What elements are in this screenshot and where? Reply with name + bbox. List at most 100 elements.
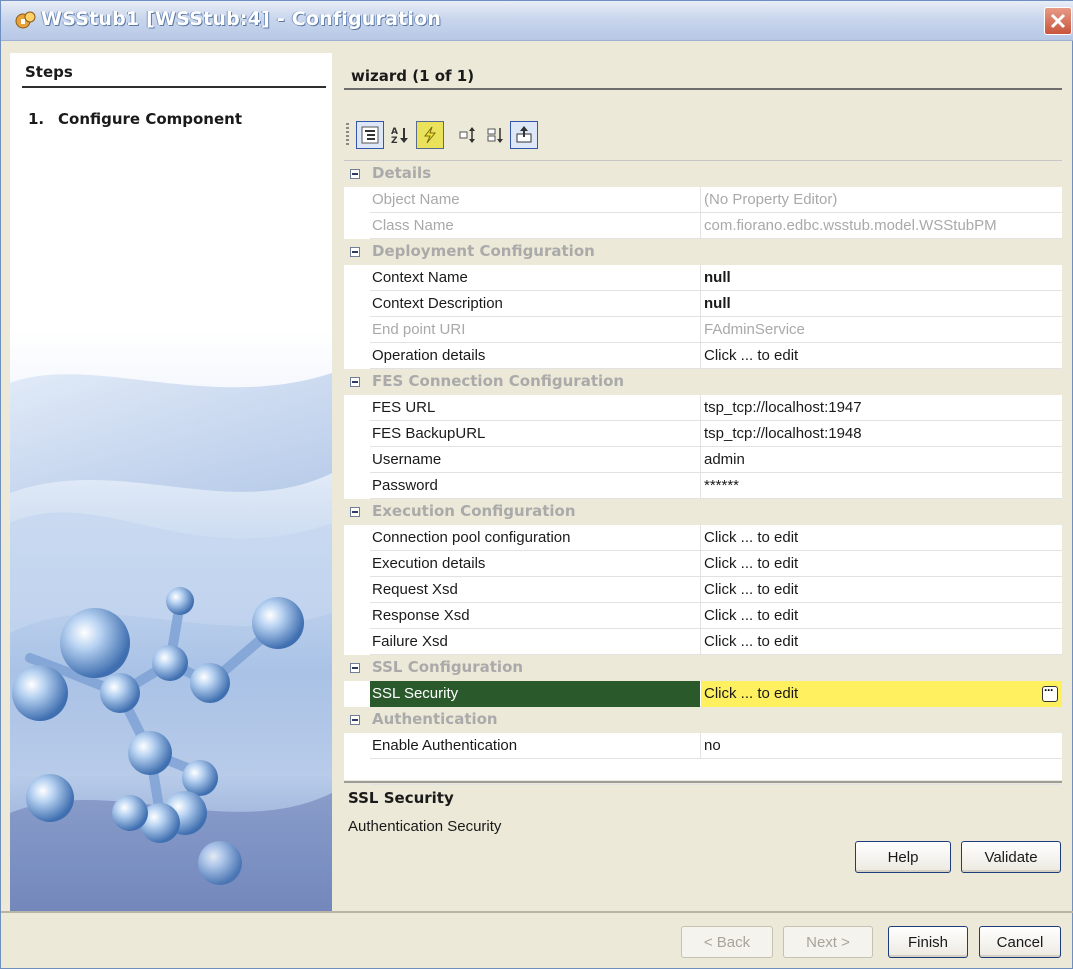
collapse-toggle-icon[interactable]: [350, 715, 360, 725]
molecule-illustration: [10, 373, 332, 913]
collapse-toggle-icon[interactable]: [350, 663, 360, 673]
column-divider: [700, 447, 701, 473]
step-item-configure-component: 1. Configure Component: [28, 110, 242, 128]
categorized-view-button[interactable]: [356, 121, 384, 149]
finish-button[interactable]: Finish: [888, 926, 968, 958]
footer-divider: [1, 911, 1073, 913]
app-icon: [15, 11, 36, 29]
property-value[interactable]: no: [704, 737, 721, 754]
property-row-request-xsd[interactable]: Request Xsd Click ... to edit: [370, 577, 1062, 603]
wizard-title: wizard (1 of 1): [351, 67, 475, 85]
property-name: Enable Authentication: [372, 737, 518, 754]
property-name: End point URI: [372, 321, 466, 338]
back-button[interactable]: < Back: [681, 926, 773, 958]
description-title: SSL Security: [348, 789, 454, 807]
property-toolbar: A Z: [346, 119, 606, 153]
property-name: Execution details: [372, 555, 486, 572]
export-icon: [516, 126, 532, 143]
column-divider: [700, 577, 701, 603]
category-ssl-configuration[interactable]: SSL Configuration: [344, 655, 1062, 681]
column-divider: [700, 603, 701, 629]
close-button[interactable]: [1044, 7, 1072, 35]
title-bar[interactable]: WSStub1 [WSStub:4] - Configuration: [1, 1, 1073, 41]
property-row-object-name[interactable]: Object Name (No Property Editor): [370, 187, 1062, 213]
wizard-divider: [344, 88, 1062, 90]
property-row-context-name[interactable]: Context Name null: [370, 265, 1062, 291]
property-row-response-xsd[interactable]: Response Xsd Click ... to edit: [370, 603, 1062, 629]
alphabetical-sort-button[interactable]: A Z: [386, 121, 414, 149]
column-divider: [700, 421, 701, 447]
property-value: FAdminService: [704, 321, 805, 338]
steps-header: Steps: [25, 63, 73, 81]
column-divider: [700, 629, 701, 655]
property-row-password[interactable]: Password ******: [370, 473, 1062, 499]
property-value[interactable]: Click ... to edit: [704, 633, 798, 650]
property-value[interactable]: Click ... to edit: [704, 555, 798, 572]
property-row-enable-authentication[interactable]: Enable Authentication no: [370, 733, 1062, 759]
category-deployment-configuration[interactable]: Deployment Configuration: [344, 239, 1062, 265]
steps-panel: Steps 1. Configure Component: [10, 53, 332, 913]
property-row-class-name[interactable]: Class Name com.fiorano.edbc.wsstub.model…: [370, 213, 1062, 239]
property-name: Request Xsd: [372, 581, 458, 598]
category-authentication[interactable]: Authentication: [344, 707, 1062, 733]
property-row-username[interactable]: Username admin: [370, 447, 1062, 473]
category-label: Deployment Configuration: [372, 242, 595, 260]
property-value[interactable]: null: [704, 269, 731, 286]
svg-text:Z: Z: [391, 136, 398, 145]
property-value[interactable]: ******: [704, 477, 739, 494]
property-value[interactable]: null: [704, 295, 731, 312]
collapse-toggle-icon[interactable]: [350, 247, 360, 257]
ellipsis-edit-button[interactable]: [1042, 683, 1058, 702]
property-value[interactable]: tsp_tcp://localhost:1948: [704, 425, 862, 442]
property-row-fes-url[interactable]: FES URL tsp_tcp://localhost:1947: [370, 395, 1062, 421]
lightning-icon: [423, 126, 437, 144]
property-row-connection-pool-configuration[interactable]: Connection pool configuration Click ... …: [370, 525, 1062, 551]
property-value[interactable]: Click ... to edit: [704, 607, 798, 624]
next-button[interactable]: Next >: [783, 926, 873, 958]
column-divider: [700, 317, 701, 343]
close-icon: [1050, 13, 1066, 29]
events-button[interactable]: [416, 121, 444, 149]
property-name: SSL Security: [372, 685, 459, 702]
column-divider: [700, 525, 701, 551]
property-name: Object Name: [372, 191, 460, 208]
property-row-context-description[interactable]: Context Description null: [370, 291, 1062, 317]
step-number: 1.: [28, 110, 45, 128]
property-row-operation-details[interactable]: Operation details Click ... to edit: [370, 343, 1062, 369]
collapse-toggle-icon[interactable]: [350, 169, 360, 179]
category-label: SSL Configuration: [372, 658, 524, 676]
collapse-all-button[interactable]: [482, 121, 510, 149]
property-row-ssl-security[interactable]: SSL Security Click ... to edit: [370, 681, 1062, 707]
category-label: Execution Configuration: [372, 502, 576, 520]
category-details[interactable]: Details: [344, 161, 1062, 187]
property-value[interactable]: Click ... to edit: [704, 685, 798, 702]
property-value[interactable]: Click ... to edit: [704, 529, 798, 546]
property-name: Failure Xsd: [372, 633, 448, 650]
cancel-button[interactable]: Cancel: [979, 926, 1061, 958]
toolbar-grip[interactable]: [346, 123, 349, 147]
property-value[interactable]: admin: [704, 451, 745, 468]
expand-all-button[interactable]: [454, 121, 482, 149]
validate-button[interactable]: Validate: [961, 841, 1061, 873]
collapse-toggle-icon[interactable]: [350, 507, 360, 517]
property-value: com.fiorano.edbc.wsstub.model.WSStubPM: [704, 217, 997, 234]
property-value[interactable]: Click ... to edit: [704, 347, 798, 364]
property-name: Operation details: [372, 347, 486, 364]
column-divider: [700, 343, 701, 369]
property-value[interactable]: Click ... to edit: [704, 581, 798, 598]
category-execution-configuration[interactable]: Execution Configuration: [344, 499, 1062, 525]
help-button[interactable]: Help: [855, 841, 951, 873]
property-name: Context Name: [372, 269, 468, 286]
property-row-failure-xsd[interactable]: Failure Xsd Click ... to edit: [370, 629, 1062, 655]
expand-icon: [459, 127, 475, 143]
collapse-toggle-icon[interactable]: [350, 377, 360, 387]
property-row-execution-details[interactable]: Execution details Click ... to edit: [370, 551, 1062, 577]
property-row-end-point-uri[interactable]: End point URI FAdminService: [370, 317, 1062, 343]
category-label: Authentication: [372, 710, 498, 728]
property-value[interactable]: tsp_tcp://localhost:1947: [704, 399, 862, 416]
export-button[interactable]: [510, 121, 538, 149]
property-row-fes-backup-url[interactable]: FES BackupURL tsp_tcp://localhost:1948: [370, 421, 1062, 447]
category-fes-connection-configuration[interactable]: FES Connection Configuration: [344, 369, 1062, 395]
categorized-view-icon: [361, 126, 379, 144]
sheet-divider: [344, 781, 1062, 783]
